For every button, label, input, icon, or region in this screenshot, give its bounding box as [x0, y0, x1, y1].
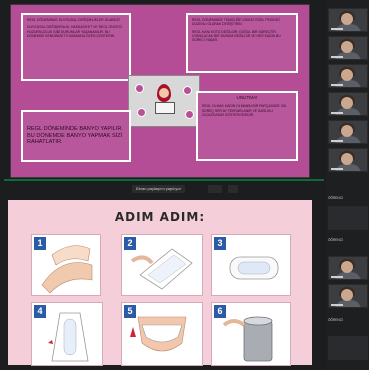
wear-underwear-illustration: [130, 316, 187, 352]
decoration-dot: [185, 110, 194, 119]
card-text: REGL DÖNEMİNDE TEMİZLİĞE DİKKAT EDİN, PE…: [192, 18, 280, 27]
info-card-top-right: REGL DÖNEMİNDE TEMİZLİĞE DİKKAT EDİN, PE…: [186, 13, 298, 73]
participant-video[interactable]: [328, 148, 368, 172]
info-card-bottom-left: REGL DÖNEMİNDE BANYO YAPILIR. BU DÖNEMDE…: [21, 110, 131, 162]
step-card-6: 6: [211, 302, 291, 366]
participant-video[interactable]: [328, 92, 368, 116]
participant-label: ÖĞRENCİ: [328, 318, 343, 322]
decoration-dot: [137, 108, 146, 117]
step-card-3: 3: [211, 234, 291, 296]
card-heading: UNUTMA!: [236, 95, 258, 100]
girl-face-icon: [159, 88, 169, 98]
participant-video[interactable]: [328, 256, 368, 280]
participant-tile[interactable]: [328, 206, 368, 230]
participant-video[interactable]: [328, 120, 368, 144]
participant-video[interactable]: [328, 284, 368, 308]
participant-video[interactable]: [328, 8, 368, 32]
participant-tile[interactable]: [328, 336, 368, 360]
participant-label: ÖĞRENCİ: [328, 196, 343, 200]
slide-top: REGL DÖNEMİNDE DUYGUSAL DEĞİŞİKLİKLER OL…: [10, 4, 310, 178]
attach-pad-illustration: [48, 312, 89, 362]
card-text: REGL DÖNEMİNDE BANYO YAPILIR. BU DÖNEMDE…: [27, 126, 123, 146]
card-text: REGL DÖNEMİNDE DUYGUSAL DEĞİŞİKLİKLER OL…: [27, 18, 121, 22]
participant-label: ÖĞRENCİ: [328, 238, 343, 242]
info-card-bottom-right: UNUTMA! REGL OLMAK KADIN OLMANIN BİR PAR…: [196, 91, 298, 161]
mascot-illustration: [128, 75, 200, 127]
step-card-5: 5: [121, 302, 203, 366]
info-card-top-left: REGL DÖNEMİNDE DUYGUSAL DEĞİŞİKLİKLER OL…: [21, 13, 131, 81]
step-card-2: 2: [121, 234, 203, 296]
participant-sidebar: ÖĞRENCİ ÖĞRENCİ ÖĞRENCİ: [326, 0, 369, 370]
trash-bin-illustration: [222, 316, 273, 362]
participant-video[interactable]: [328, 36, 368, 60]
pad-illustration: [229, 256, 279, 280]
wash-hands-illustration: [41, 245, 93, 294]
options-button[interactable]: [228, 185, 238, 193]
participant-video[interactable]: [328, 64, 368, 88]
open-pad-illustration: [130, 248, 193, 290]
screen-share-banner[interactable]: Ekran paylaşımı yapılıyor: [132, 185, 185, 193]
step-card-1: 1: [31, 234, 101, 296]
decoration-dot: [135, 84, 144, 93]
decoration-dot: [183, 86, 192, 95]
card-text: REGL OLMAK KADIN OLMANIN BİR PARÇASIDIR.…: [202, 104, 287, 117]
pad-icon: [155, 102, 175, 114]
card-text: REGL KANI KÖTÜ DEĞİLDİR, DOĞAL BİR SÜREÇ…: [192, 29, 281, 43]
card-text: DUYGUSAL DEĞİŞKENLİK, HASSASİYET VE REGL…: [27, 25, 122, 38]
slide-bottom: ADIM ADIM: 1 2 3 4 5 6: [8, 200, 312, 366]
screen-divider: [4, 179, 324, 181]
slide-title: ADIM ADIM:: [114, 210, 206, 224]
view-button[interactable]: [208, 185, 222, 193]
step-card-4: 4: [31, 302, 103, 366]
